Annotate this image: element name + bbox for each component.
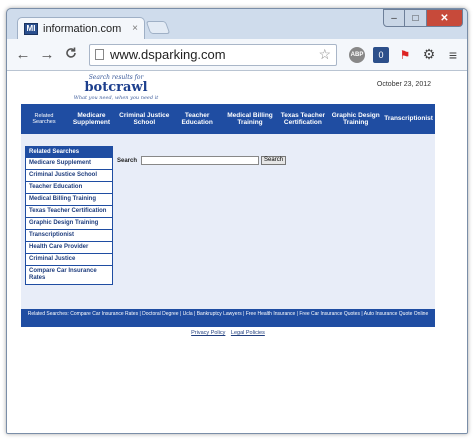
address-bar[interactable]: www.dsparking.com ☆ [89,43,337,66]
tab-title: information.com [43,22,122,35]
title-bar: MI information.com × – □ ✕ [7,9,467,39]
main-content: Related Searches Medicare Supplement Cri… [21,134,435,309]
url-text[interactable]: www.dsparking.com [110,47,318,62]
favicon-icon: MI [24,22,38,35]
related-searches-nav: Related Searches Medicare Supplement Cri… [21,104,435,134]
new-tab-button[interactable] [145,21,171,34]
related-item[interactable]: Criminal Justice School [26,169,112,181]
related-item[interactable]: Medicare Supplement [26,157,112,169]
page-viewport: Search results for botcrawl What you nee… [7,71,467,433]
nav-item-medicare-supplement[interactable]: Medicare Supplement [65,112,118,127]
related-heading: Related Searches [26,147,112,157]
related-item[interactable]: Teacher Education [26,181,112,193]
tab-information[interactable]: MI information.com × [17,17,145,39]
site-logo[interactable]: Search results for botcrawl What you nee… [61,74,171,101]
adblock-icon[interactable]: ABP [349,46,365,63]
nav-item-criminal-justice-school[interactable]: Criminal Justice School [118,112,171,127]
close-button[interactable]: ✕ [427,9,463,27]
related-item[interactable]: Transcriptionist [26,229,112,241]
browser-window: MI information.com × – □ ✕ ← → www.dspar… [6,8,468,434]
footer-related-searches[interactable]: Related Searches: Compare Car Insurance … [21,309,435,327]
nav-item-graphic-design-training[interactable]: Graphic Design Training [329,112,382,127]
nav-item-teacher-education[interactable]: Teacher Education [171,112,224,127]
nav-item-medical-billing-training[interactable]: Medical Billing Training [224,112,277,127]
logo-subtitle: What you need, when you need it [73,95,159,101]
browser-toolbar: ← → www.dsparking.com ☆ ABP 0 ⚑ ⚙ ≡ [7,39,467,71]
flag-icon[interactable]: ⚑ [397,47,413,63]
minimize-button[interactable]: – [383,9,405,27]
page-header: Search results for botcrawl What you nee… [19,71,437,103]
related-item[interactable]: Compare Car Insurance Rates [26,265,112,284]
window-controls: – □ ✕ [383,9,463,27]
maximize-button[interactable]: □ [405,9,427,27]
tab-close-icon[interactable]: × [132,23,138,34]
footer-links: Privacy Policy Legal Policies [19,330,437,336]
menu-icon[interactable]: ≡ [445,47,461,63]
shield-icon[interactable]: 0 [373,46,389,63]
logo-name: botcrawl [84,80,148,95]
page-body: Search results for botcrawl What you nee… [19,71,437,433]
related-item[interactable]: Criminal Justice [26,253,112,265]
privacy-policy-link[interactable]: Privacy Policy [191,330,225,336]
related-item[interactable]: Medical Billing Training [26,193,112,205]
search-label: Search [117,157,138,164]
gear-icon[interactable]: ⚙ [421,46,437,63]
forward-button[interactable]: → [37,46,57,63]
legal-policies-link[interactable]: Legal Policies [231,330,265,336]
nav-label: Related Searches [32,113,56,125]
search-button[interactable]: Search [261,156,287,165]
search-input[interactable] [141,156,260,165]
nav-item-texas-teacher-certification[interactable]: Texas Teacher Certification [276,112,329,127]
related-item[interactable]: Graphic Design Training [26,217,112,229]
related-item[interactable]: Health Care Provider [26,241,112,253]
page-icon [95,49,104,60]
back-button[interactable]: ← [13,46,33,63]
nav-item-transcriptionist[interactable]: Transcriptionist [382,115,435,123]
reload-button[interactable] [61,46,81,64]
related-searches-box: Related Searches Medicare Supplement Cri… [25,146,113,285]
star-icon[interactable]: ☆ [318,46,331,63]
page-date: October 23, 2012 [376,81,431,88]
search-row: Search Search [117,156,287,165]
related-item[interactable]: Texas Teacher Certification [26,205,112,217]
reload-icon [66,47,76,58]
